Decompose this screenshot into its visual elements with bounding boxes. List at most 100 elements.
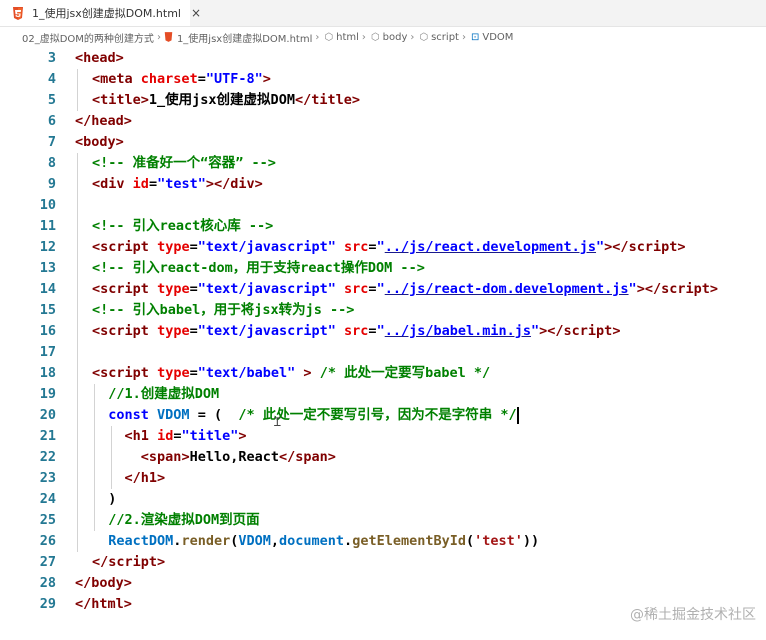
code-text: <script type="text/babel" > /* 此处一定要写bab… <box>92 363 490 384</box>
code-token: //1.创建虚拟DOM <box>108 386 220 402</box>
line-number: 24 <box>39 491 56 507</box>
code-token: < <box>92 239 101 255</box>
code-line[interactable]: 27 </script> <box>0 552 766 573</box>
code-line[interactable]: 19 //1.创建虚拟DOM <box>0 384 766 405</box>
breadcrumb-vdom[interactable]: ⊡ VDOM <box>469 32 513 43</box>
line-number: 8 <box>47 155 56 171</box>
line-number: 9 <box>47 176 56 192</box>
code-token: src <box>344 239 369 255</box>
code-token: type <box>157 281 190 297</box>
code-token: = <box>368 323 377 339</box>
code-text: <title>1_使用jsx创建虚拟DOM</title> <box>92 90 360 111</box>
code-token: script <box>563 323 613 339</box>
code-line[interactable]: 17 <box>0 342 766 363</box>
code-token: div <box>100 176 125 192</box>
code-token: VDOM <box>157 407 190 423</box>
tab-bar: 1_使用jsx创建虚拟DOM.html × <box>0 0 766 27</box>
code-line[interactable]: 15 <!-- 引入babel，用于将jsx转为js --> <box>0 300 766 321</box>
code-line[interactable]: 11 <!-- 引入react核心库 --> <box>0 216 766 237</box>
line-number: 29 <box>39 596 56 612</box>
code-line[interactable]: 4 <meta charset="UTF-8"> <box>0 69 766 90</box>
code-token: > <box>709 281 718 297</box>
code-line[interactable]: 25 //2.渲染虚拟DOM到页面 <box>0 510 766 531</box>
line-number: 22 <box>39 449 56 465</box>
code-token: < <box>124 428 133 444</box>
code-line[interactable]: 8 <!-- 准备好一个“容器” --> <box>0 153 766 174</box>
code-token: > <box>238 428 247 444</box>
code-token: "test" <box>157 176 206 192</box>
code-line[interactable]: 16 <script type="text/javascript" src="..… <box>0 321 766 342</box>
code-token: . <box>344 533 353 549</box>
code-token: head <box>91 113 124 129</box>
breadcrumb-html[interactable]: ⬡ html <box>322 32 359 43</box>
code-token: script <box>628 239 678 255</box>
code-token: script <box>100 281 149 297</box>
close-icon[interactable]: × <box>191 6 201 20</box>
code-line[interactable]: 14 <script type="text/javascript" src="..… <box>0 279 766 300</box>
code-token: script <box>100 365 149 381</box>
breadcrumb-script[interactable]: ⬡ script <box>417 32 459 43</box>
code-token: </ <box>92 554 109 570</box>
code-token: < <box>92 176 101 192</box>
code-token: h1 <box>132 428 149 444</box>
chevron-right-icon: › <box>410 31 415 43</box>
code-token: < <box>92 71 101 87</box>
code-token: " <box>376 239 385 255</box>
breadcrumb-file[interactable]: 1_使用jsx创建虚拟DOM.html <box>164 30 312 45</box>
code-line[interactable]: 10 <box>0 195 766 216</box>
code-text: <body> <box>75 132 124 153</box>
code-line[interactable]: 3 <head> <box>0 48 766 69</box>
code-line[interactable]: 7 <body> <box>0 132 766 153</box>
line-number: 27 <box>39 554 56 570</box>
code-token: "text/javascript" <box>197 323 336 339</box>
code-text: <meta charset="UTF-8"> <box>92 69 271 90</box>
code-line[interactable]: 13 <!-- 引入react-dom，用于支持react操作DOM --> <box>0 258 766 279</box>
breadcrumb: 02_虚拟DOM的两种创建方式 › 1_使用jsx创建虚拟DOM.html › … <box>0 27 766 47</box>
code-token: = ( <box>189 407 239 423</box>
code-token: render <box>181 533 231 549</box>
code-token: </ <box>75 113 92 129</box>
code-token: </ <box>75 596 92 612</box>
indent-guide <box>94 384 95 531</box>
code-line[interactable]: 9 <div id="test"></div> <box>0 174 766 195</box>
breadcrumb-body[interactable]: ⬡ body <box>369 32 407 43</box>
line-number: 16 <box>39 323 56 339</box>
editor-tab[interactable]: 1_使用jsx创建虚拟DOM.html × <box>0 0 201 26</box>
code-token: <!-- 引入react核心库 --> <box>92 218 274 234</box>
code-token: = <box>189 323 198 339</box>
code-line[interactable]: 20 const VDOM = ( /* 此处一定不要写引号，因为不是字符串 *… <box>0 405 766 426</box>
code-line[interactable]: 24 ) <box>0 489 766 510</box>
code-line[interactable]: 12 <script type="text/javascript" src="..… <box>0 237 766 258</box>
code-token: title <box>100 92 141 108</box>
code-line[interactable]: 6 </head> <box>0 111 766 132</box>
code-text: //2.渲染虚拟DOM到页面 <box>92 510 259 531</box>
code-line[interactable]: 22 <span>Hello,React</span> <box>0 447 766 468</box>
code-token: = <box>148 176 158 192</box>
code-token: type <box>157 365 190 381</box>
code-line[interactable]: 5 <title>1_使用jsx创建虚拟DOM</title> <box>0 90 766 111</box>
code-token: , <box>270 533 280 549</box>
code-line[interactable]: 28 </body> <box>0 573 766 594</box>
code-token: > <box>123 596 132 612</box>
code-token: id <box>157 428 174 444</box>
line-number: 17 <box>39 344 56 360</box>
code-token: <!-- 引入react-dom，用于支持react操作DOM --> <box>92 260 425 276</box>
code-line[interactable]: 21 <h1 id="title"> <box>0 426 766 447</box>
chevron-right-icon: › <box>156 31 161 43</box>
code-line[interactable]: 26 ReactDOM.render(VDOM,document.getElem… <box>0 531 766 552</box>
code-text: //1.创建虚拟DOM <box>92 384 219 405</box>
code-line[interactable]: 23 </h1> <box>0 468 766 489</box>
code-editor[interactable]: 3 <head> 4 <meta charset="UTF-8"> 5 <title>1_… <box>0 48 766 640</box>
code-line[interactable]: 18 <script type="text/babel" > /* 此处一定要写b… <box>0 363 766 384</box>
code-token: getElementById <box>352 533 466 549</box>
code-text: <script type="text/javascript" src="../j… <box>92 321 620 342</box>
code-token: > <box>140 92 149 108</box>
line-number: 12 <box>39 239 56 255</box>
breadcrumb-folder[interactable]: 02_虚拟DOM的两种创建方式 <box>22 30 154 45</box>
html5-icon <box>164 32 173 42</box>
code-token: ></ <box>539 323 564 339</box>
